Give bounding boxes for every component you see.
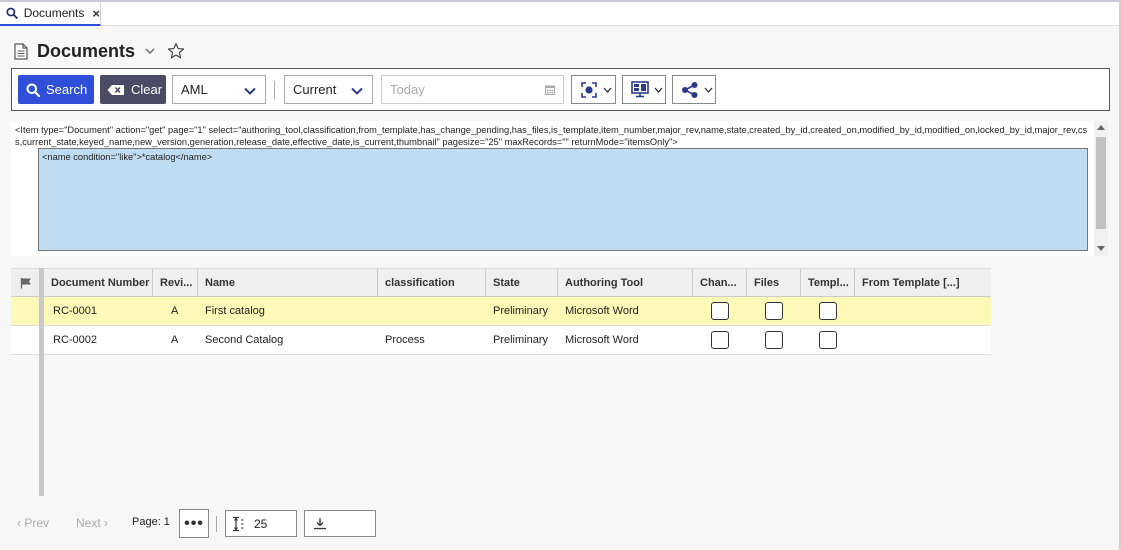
page-size-icon	[233, 516, 244, 531]
cell-name: Second Catalog	[205, 334, 284, 346]
clear-icon	[107, 84, 124, 95]
table-row[interactable]: RC-0002 A Second Catalog Process Prelimi…	[11, 326, 991, 355]
cell-revision: A	[171, 334, 179, 346]
target-menu-button[interactable]	[571, 75, 616, 104]
aml-query-panel: <Item type="Document" action="get" page=…	[11, 121, 1108, 256]
calendar-icon[interactable]	[545, 85, 555, 95]
cell-document-number: RC-0001	[53, 305, 98, 317]
page-title: Documents	[37, 40, 136, 61]
tab-label: Documents	[23, 6, 85, 20]
column-header-name[interactable]: Name	[198, 269, 378, 297]
tab-documents[interactable]: Documents ×	[0, 2, 101, 26]
cell-classification	[378, 297, 385, 325]
prev-page-button[interactable]: ‹ Prev	[17, 516, 49, 530]
next-page-button[interactable]: Next ›	[76, 516, 108, 530]
download-icon	[314, 518, 326, 530]
target-icon	[581, 81, 597, 98]
column-header-template[interactable]: Templ...	[801, 269, 855, 297]
template-checkbox[interactable]	[819, 302, 837, 320]
page-size-input[interactable]: 25	[225, 510, 297, 537]
chevron-down-icon	[704, 87, 713, 93]
search-toolbar: Search Clear AML Current Today	[11, 68, 1110, 111]
version-filter-value: Current	[293, 82, 337, 97]
query-type-value: AML	[181, 82, 208, 97]
scroll-up-icon[interactable]	[1097, 125, 1105, 130]
results-grid: Document Number Revi... Name classificat…	[11, 268, 991, 355]
more-pages-button[interactable]: •••	[179, 509, 209, 538]
cell-name: First catalog	[205, 305, 265, 317]
search-icon	[26, 83, 40, 97]
cell-document-number: RC-0002	[53, 334, 98, 346]
share-icon	[682, 81, 698, 98]
search-button[interactable]: Search	[18, 75, 94, 104]
chevron-down-icon	[603, 87, 612, 93]
monitor-icon	[631, 81, 649, 98]
cell-authoring-tool: Microsoft Word	[565, 334, 639, 346]
files-checkbox[interactable]	[765, 331, 783, 349]
cell-revision: A	[171, 305, 179, 317]
column-header-files[interactable]: Files	[747, 269, 801, 297]
flag-column-header[interactable]	[11, 269, 41, 297]
clear-button[interactable]: Clear	[100, 75, 166, 104]
cell-state: Preliminary	[493, 305, 549, 317]
chevron-down-icon	[351, 87, 363, 95]
close-icon[interactable]: ×	[92, 6, 100, 21]
table-row[interactable]: RC-0001 A First catalog Preliminary Micr…	[11, 297, 991, 326]
share-menu-button[interactable]	[672, 75, 716, 104]
cell-authoring-tool: Microsoft Word	[565, 305, 639, 317]
pager-divider	[216, 516, 217, 532]
tab-bar: Documents ×	[0, 0, 1121, 26]
grid-header: Document Number Revi... Name classificat…	[11, 268, 991, 297]
export-button[interactable]	[304, 510, 376, 537]
query-type-select[interactable]: AML	[172, 75, 266, 104]
column-header-state[interactable]: State	[486, 269, 558, 297]
toolbar-divider	[274, 81, 275, 99]
cell-from-template	[855, 297, 862, 325]
document-icon	[14, 42, 28, 60]
pagination-bar: ‹ Prev Next › Page: 1 ••• 25	[11, 507, 411, 539]
search-icon	[6, 7, 18, 19]
column-header-authoring-tool[interactable]: Authoring Tool	[558, 269, 693, 297]
flag-icon	[20, 278, 31, 289]
chevron-down-icon	[654, 87, 663, 93]
scroll-thumb[interactable]	[1096, 137, 1106, 229]
chevron-down-icon	[244, 87, 256, 95]
column-header-changes[interactable]: Chan...	[693, 269, 747, 297]
aml-scrollbar[interactable]	[1094, 121, 1108, 256]
aml-criteria-editor[interactable]: <name condition="like">*catalog</name>	[38, 148, 1088, 251]
page-indicator: Page: 1	[132, 516, 170, 528]
changes-checkbox[interactable]	[711, 302, 729, 320]
column-header-classification[interactable]: classification	[378, 269, 486, 297]
star-icon[interactable]	[167, 42, 185, 60]
cell-from-template	[855, 326, 862, 354]
column-header-from-template[interactable]: From Template [...]	[855, 269, 991, 297]
files-checkbox[interactable]	[765, 302, 783, 320]
chevron-down-icon[interactable]	[145, 47, 155, 55]
page-header: Documents	[14, 38, 185, 64]
cell-classification: Process	[385, 334, 425, 346]
cell-state: Preliminary	[493, 334, 549, 346]
template-checkbox[interactable]	[819, 331, 837, 349]
grid-frozen-column-splitter[interactable]	[39, 268, 44, 496]
date-placeholder: Today	[390, 82, 425, 97]
column-header-document-number[interactable]: Document Number	[44, 269, 153, 297]
changes-checkbox[interactable]	[711, 331, 729, 349]
monitor-menu-button[interactable]	[622, 75, 666, 104]
date-input[interactable]: Today	[381, 75, 564, 104]
page-size-value: 25	[254, 516, 268, 531]
scroll-down-icon[interactable]	[1097, 246, 1105, 251]
aml-item-text[interactable]: <Item type="Document" action="get" page=…	[15, 124, 1090, 148]
column-header-revision[interactable]: Revi...	[153, 269, 198, 297]
clear-button-label: Clear	[131, 82, 163, 97]
version-filter-select[interactable]: Current	[284, 75, 373, 104]
search-button-label: Search	[46, 82, 88, 97]
